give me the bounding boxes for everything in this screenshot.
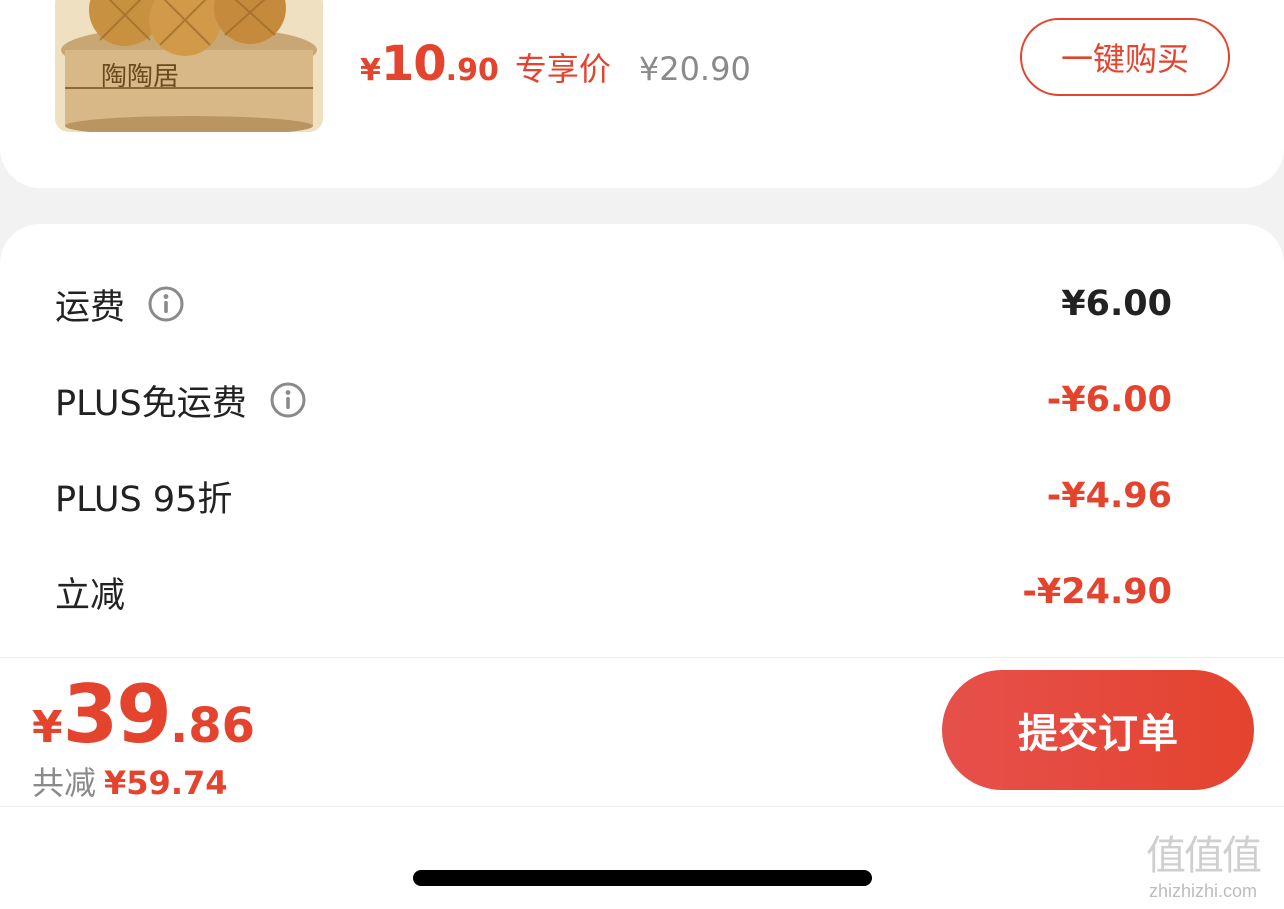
fee-row-plus-free-shipping: PLUS免运费 -¥6.00 [55,370,1172,430]
saved-label: 共减 [32,764,97,802]
fee-row-instant-reduction: 立减 -¥24.90 [55,562,1172,622]
total-currency: ¥ [32,702,63,753]
fee-label-wrapper: PLUS 95折 [55,471,232,522]
fee-label-wrapper: 立减 [55,567,125,618]
plus-free-shipping-label: PLUS免运费 [55,383,247,424]
watermark-glyphs: 值值值 [1146,833,1262,879]
exclusive-price-tag: 专享价 [514,50,611,88]
fee-label-wrapper: 运费 [55,279,185,330]
product-price: ¥ 10 .90 专享价 ¥20.90 [360,36,751,96]
one-click-buy-button[interactable]: 一键购买 [1020,18,1230,96]
shipping-label: 运费 [55,287,126,328]
watermark-url: zhizhizhi.com [1148,881,1258,901]
instant-reduction-label: 立减 [55,575,126,616]
safe-area: 值值值 zhizhizhi.com [0,807,1284,909]
saved-value: ¥59.74 [104,764,228,802]
plus-discount-value: -¥4.96 [1046,476,1172,516]
fee-row-plus-discount: PLUS 95折 -¥4.96 [55,466,1172,526]
original-price: ¥20.90 [638,50,751,88]
total-decimal: .86 [169,698,255,754]
checkout-bar: ¥ 39 .86 共减 ¥59.74 提交订单 [0,657,1284,807]
price-decimal: .90 [445,53,499,88]
product-card: 陶陶居 ¥ 10 .90 专享价 ¥20.90 一键购买 [0,0,1284,188]
shipping-value: ¥6.00 [1061,284,1172,324]
total-price: ¥ 39 .86 [32,668,255,761]
total-integer: 39 [62,668,172,761]
plus-discount-label: PLUS 95折 [55,479,233,520]
watermark-logo: 值值值 zhizhizhi.com [1130,823,1276,903]
info-icon[interactable] [147,285,185,323]
fee-label-wrapper: PLUS免运费 [55,375,307,426]
price-integer: 10 [380,36,447,92]
info-icon[interactable] [269,381,307,419]
instant-reduction-value: -¥24.90 [1022,572,1172,612]
submit-order-button[interactable]: 提交订单 [942,670,1254,790]
brand-text: 陶陶居 [101,62,179,92]
price-currency: ¥ [360,53,381,88]
product-image[interactable]: 陶陶居 [55,0,323,132]
plus-free-shipping-value: -¥6.00 [1046,380,1172,420]
fee-row-shipping: 运费 ¥6.00 [55,274,1172,334]
home-indicator[interactable] [413,870,872,886]
total-savings: 共减 ¥59.74 [32,758,228,804]
dim-sum-steamer-image: 陶陶居 [55,0,323,132]
